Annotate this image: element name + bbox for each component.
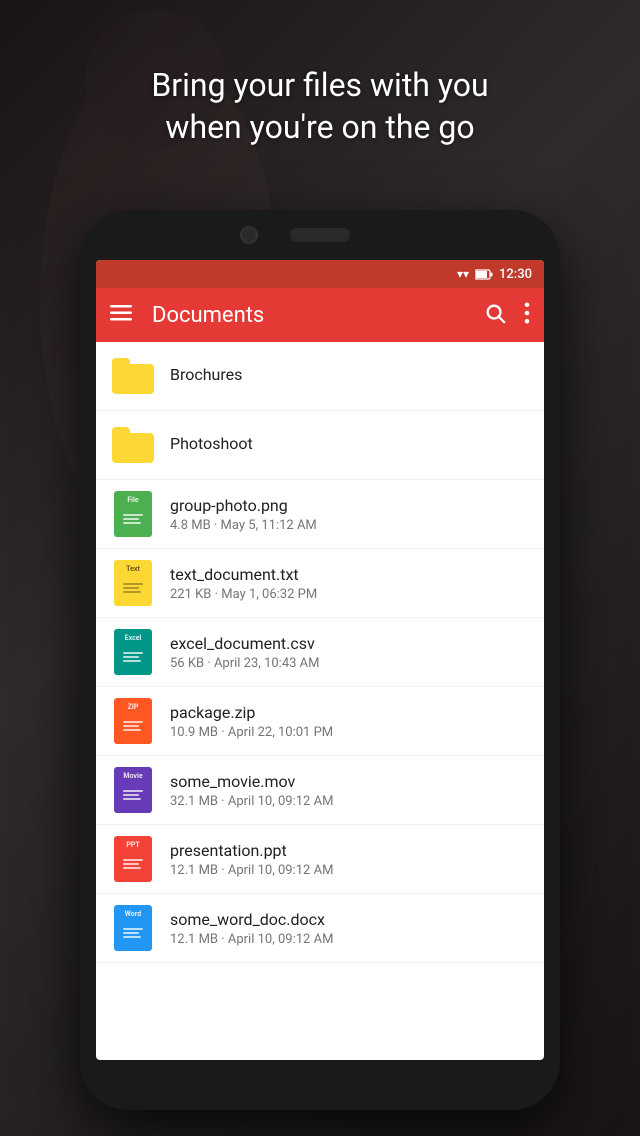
item-info: Photoshoot	[170, 434, 528, 456]
file-icon-csv: Excel	[112, 628, 154, 676]
file-icon-mov: Movie	[112, 766, 154, 814]
list-item[interactable]: ZIP package.zip 10.9 MB · April 22, 10:0…	[96, 687, 544, 756]
item-name: Brochures	[170, 365, 528, 384]
file-icon-png: File	[112, 490, 154, 538]
item-info: some_movie.mov 32.1 MB · April 10, 09:12…	[170, 772, 528, 809]
item-info: text_document.txt 221 KB · May 1, 06:32 …	[170, 565, 528, 602]
app-bar: Documents	[96, 288, 544, 342]
search-button[interactable]	[484, 302, 506, 329]
wifi-icon: ▾▾	[457, 267, 469, 281]
item-info: package.zip 10.9 MB · April 22, 10:01 PM	[170, 703, 528, 740]
item-name: excel_document.csv	[170, 634, 528, 653]
item-name: group-photo.png	[170, 496, 528, 515]
item-meta: 32.1 MB · April 10, 09:12 AM	[170, 794, 528, 809]
hero-section: Bring your files with you when you're on…	[0, 65, 640, 148]
folder-icon	[112, 421, 154, 469]
hamburger-menu-button[interactable]	[110, 304, 132, 326]
list-item[interactable]: Photoshoot	[96, 411, 544, 480]
app-bar-title: Documents	[152, 303, 484, 328]
list-item[interactable]: Word some_word_doc.docx 12.1 MB · April …	[96, 894, 544, 963]
item-meta: 4.8 MB · May 5, 11:12 AM	[170, 518, 528, 533]
status-bar: ▾▾ 12:30	[96, 260, 544, 288]
app-bar-actions	[484, 302, 530, 329]
item-name: package.zip	[170, 703, 528, 722]
list-item[interactable]: Text text_document.txt 221 KB · May 1, 0…	[96, 549, 544, 618]
item-info: presentation.ppt 12.1 MB · April 10, 09:…	[170, 841, 528, 878]
item-name: presentation.ppt	[170, 841, 528, 860]
item-meta: 221 KB · May 1, 06:32 PM	[170, 587, 528, 602]
item-info: some_word_doc.docx 12.1 MB · April 10, 0…	[170, 910, 528, 947]
more-options-button[interactable]	[524, 302, 530, 329]
file-icon-docx: Word	[112, 904, 154, 952]
list-item[interactable]: Brochures	[96, 342, 544, 411]
status-time: 12:30	[499, 267, 532, 282]
list-item[interactable]: File group-photo.png 4.8 MB · May 5, 11:…	[96, 480, 544, 549]
file-icon-ppt: PPT	[112, 835, 154, 883]
item-name: text_document.txt	[170, 565, 528, 584]
file-icon-txt: Text	[112, 559, 154, 607]
hero-title: Bring your files with you when you're on…	[0, 65, 640, 148]
item-info: excel_document.csv 56 KB · April 23, 10:…	[170, 634, 528, 671]
list-item[interactable]: Excel excel_document.csv 56 KB · April 2…	[96, 618, 544, 687]
item-meta: 10.9 MB · April 22, 10:01 PM	[170, 725, 528, 740]
list-item[interactable]: PPT presentation.ppt 12.1 MB · April 10,…	[96, 825, 544, 894]
phone-screen: ▾▾ 12:30 Documents	[96, 260, 544, 1060]
phone-speaker	[290, 228, 350, 242]
item-meta: 56 KB · April 23, 10:43 AM	[170, 656, 528, 671]
item-name: some_movie.mov	[170, 772, 528, 791]
item-name: Photoshoot	[170, 434, 528, 453]
item-info: Brochures	[170, 365, 528, 387]
battery-icon	[475, 269, 493, 280]
list-item[interactable]: Movie some_movie.mov 32.1 MB · April 10,…	[96, 756, 544, 825]
item-meta: 12.1 MB · April 10, 09:12 AM	[170, 932, 528, 947]
file-list: Brochures Photoshoot	[96, 342, 544, 963]
item-meta: 12.1 MB · April 10, 09:12 AM	[170, 863, 528, 878]
file-icon-zip: ZIP	[112, 697, 154, 745]
folder-icon	[112, 352, 154, 400]
item-info: group-photo.png 4.8 MB · May 5, 11:12 AM	[170, 496, 528, 533]
phone-frame: ▾▾ 12:30 Documents	[80, 210, 560, 1110]
item-name: some_word_doc.docx	[170, 910, 528, 929]
phone-camera	[240, 226, 258, 244]
